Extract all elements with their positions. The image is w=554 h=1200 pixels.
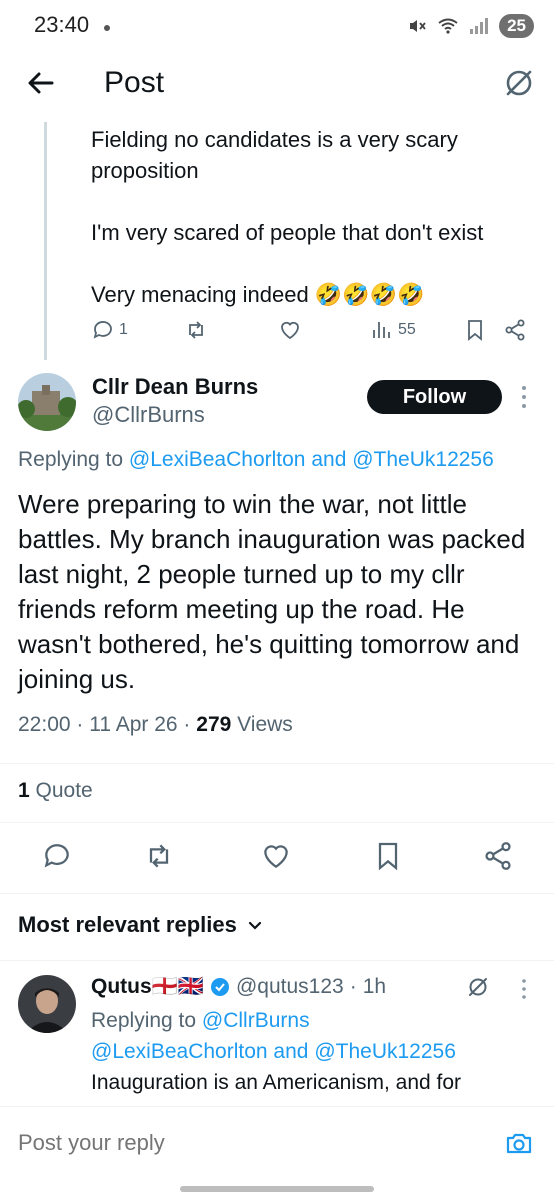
reply-input[interactable]	[18, 1130, 478, 1156]
divider	[0, 822, 554, 823]
author-name[interactable]: Cllr Dean Burns	[92, 374, 258, 400]
parent-reply-button[interactable]: 1	[91, 318, 128, 342]
tweet-date: 11 Apr 26	[89, 713, 178, 736]
retweet-icon[interactable]	[143, 840, 175, 872]
status-icons: 25	[407, 14, 534, 38]
parent-views-count: 55	[398, 321, 416, 338]
views-count: 279	[196, 713, 232, 736]
grok-icon[interactable]	[466, 975, 490, 999]
chevron-down-icon	[248, 921, 261, 930]
share-icon[interactable]	[482, 840, 514, 872]
mention-link[interactable]: @TheUk12256	[314, 1040, 456, 1063]
parent-bookmark-button[interactable]	[463, 318, 487, 342]
replying-to-line: Replying to @LexiBeaChorlton and @TheUk1…	[18, 448, 494, 472]
replying-to-label: Replying to	[91, 1009, 202, 1032]
replying-to-label: Replying to	[18, 448, 129, 471]
avatar-image	[18, 975, 76, 1033]
divider	[0, 763, 554, 764]
parent-views-button[interactable]: 55	[370, 318, 416, 342]
parent-like-button[interactable]	[278, 318, 302, 342]
reply-body: Replying to @CllrBurns @LexiBeaChorlton …	[91, 1005, 531, 1098]
tweet-time: 22:00	[18, 713, 71, 736]
parent-reply-count: 1	[119, 321, 128, 338]
author-handle[interactable]: @CllrBurns	[92, 402, 205, 428]
mention-link[interactable]: @CllrBurns	[202, 1009, 310, 1032]
avatar-image	[18, 373, 76, 431]
mention-link[interactable]: @LexiBeaChorlton	[91, 1040, 268, 1063]
views-bar-chart-icon	[373, 322, 390, 338]
reply-more-options-icon[interactable]	[518, 978, 530, 1005]
mention-link[interactable]: @LexiBeaChorlton	[129, 448, 306, 471]
reply-time: 1h	[362, 975, 387, 998]
parent-share-button[interactable]	[503, 318, 527, 342]
and-connector: and	[305, 448, 353, 471]
follow-button[interactable]: Follow	[367, 380, 502, 414]
page-title: Post	[104, 66, 165, 99]
reply-sort-label: Most relevant replies	[18, 912, 237, 937]
home-indicator[interactable]	[180, 1186, 374, 1192]
separator-dot: ·	[349, 975, 357, 998]
retweet-icon	[189, 321, 203, 339]
share-icon	[505, 319, 525, 341]
notification-dot-icon	[104, 25, 110, 31]
more-options-icon[interactable]	[516, 384, 532, 415]
bookmark-icon[interactable]	[372, 840, 404, 872]
grok-icon[interactable]	[502, 66, 536, 100]
views-label: Views	[237, 713, 293, 736]
camera-icon[interactable]	[504, 1128, 534, 1158]
back-arrow-icon[interactable]	[24, 66, 58, 100]
reply-replying-to: Replying to @CllrBurns	[91, 1005, 531, 1036]
quote-label: Quote	[35, 779, 93, 802]
author-avatar[interactable]	[18, 373, 76, 431]
divider	[0, 960, 554, 961]
reply-icon	[93, 321, 112, 339]
heart-icon[interactable]	[260, 840, 292, 872]
and-connector: and	[267, 1040, 315, 1063]
quotes-link[interactable]: 1 Quote	[18, 779, 93, 803]
mute-icon	[410, 20, 426, 32]
signal-icon	[470, 18, 489, 34]
status-time: 23:40	[34, 12, 90, 37]
battery-indicator: 25	[499, 14, 534, 38]
wifi-icon	[438, 18, 458, 34]
verified-badge-icon	[210, 978, 229, 996]
reply-replying-to-cont: @LexiBeaChorlton and @TheUk12256	[91, 1036, 531, 1067]
thread-line	[44, 122, 47, 360]
reply-text: Inauguration is an Americanism, and for	[91, 1071, 462, 1094]
reply-author-avatar[interactable]	[18, 975, 76, 1033]
reply-icon[interactable]	[41, 840, 73, 872]
parent-retweet-button[interactable]	[184, 318, 208, 342]
top-app-bar: Post	[0, 52, 554, 122]
tweet-text: Were preparing to win the war, not littl…	[18, 489, 526, 694]
tweet-meta: 22:00 · 11 Apr 26 · 279 Views	[18, 713, 293, 736]
bookmark-icon	[468, 320, 482, 341]
divider	[0, 893, 554, 894]
reply-author-handle[interactable]: @qutus123	[236, 975, 344, 999]
heart-icon	[281, 321, 299, 340]
parent-tweet-text: Fielding no candidates is a very scary p…	[91, 127, 484, 307]
reply-sort-dropdown[interactable]: Most relevant replies	[18, 912, 263, 938]
reply-author-row: Qutus🏴󠁧󠁢󠁥󠁮󠁧󠁿🇬🇧 @qutus123 · 1h	[91, 975, 386, 999]
reply-author-name[interactable]: Qutus🏴󠁧󠁢󠁥󠁮󠁧󠁿🇬🇧	[91, 975, 204, 999]
mention-link[interactable]: @TheUk12256	[352, 448, 494, 471]
quote-count: 1	[18, 779, 30, 802]
status-bar: 23:40 25	[0, 0, 554, 52]
